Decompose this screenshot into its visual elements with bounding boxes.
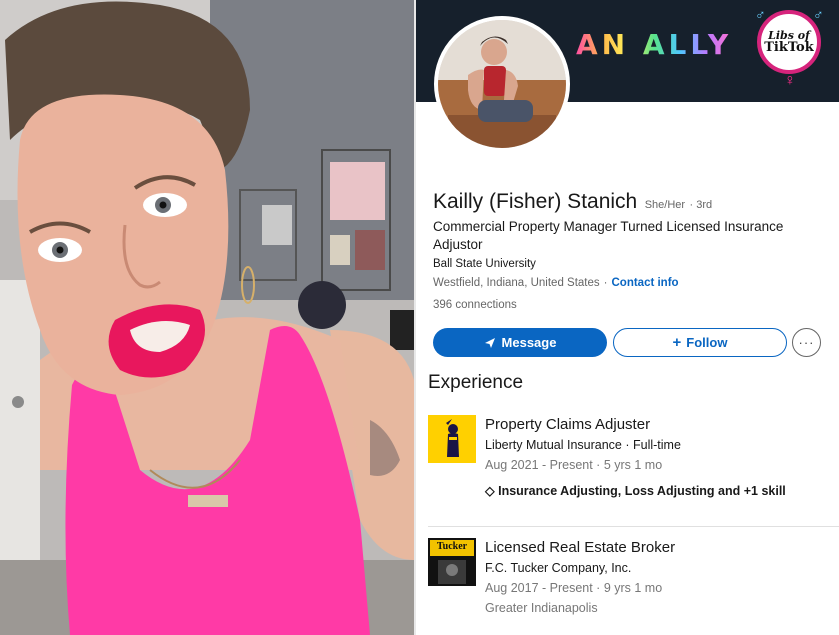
profile-location-row: Westfield, Indiana, United States · Contac… bbox=[433, 277, 679, 289]
follow-button[interactable]: + Follow bbox=[613, 328, 787, 357]
more-actions-button[interactable]: ··· bbox=[792, 328, 821, 357]
job-location: Greater Indianapolis bbox=[485, 601, 598, 615]
liberty-mutual-logo[interactable] bbox=[428, 415, 476, 463]
send-icon bbox=[484, 337, 495, 348]
experience-divider bbox=[428, 526, 839, 527]
experience-item: Property Claims Adjuster Liberty Mutual … bbox=[428, 415, 833, 515]
female-symbol-icon: ♀ bbox=[784, 72, 796, 89]
male-symbol-icon: ♂ bbox=[755, 6, 766, 22]
experience-item-body: Property Claims Adjuster Liberty Mutual … bbox=[485, 415, 830, 501]
profile-avatar[interactable] bbox=[434, 16, 570, 152]
profile-name-row: Kailly (Fisher) Stanich She/Her · 3rd bbox=[433, 190, 712, 214]
profile-school[interactable]: Ball State University bbox=[433, 258, 536, 270]
message-button[interactable]: Message bbox=[433, 328, 607, 357]
job-skills: Insurance Adjusting, Loss Adjusting and … bbox=[498, 484, 786, 498]
message-button-label: Message bbox=[501, 335, 557, 350]
video-still-photo bbox=[0, 0, 414, 635]
fc-tucker-logo-text: Tucker bbox=[436, 541, 468, 552]
profile-location: Westfield, Indiana, United States bbox=[433, 277, 600, 289]
liberty-mutual-icon bbox=[428, 415, 476, 463]
more-icon: ··· bbox=[798, 335, 815, 350]
avatar-image bbox=[438, 20, 566, 148]
person-photo-illustration bbox=[0, 0, 414, 635]
libs-of-tiktok-logo: Libs of TikTok bbox=[757, 10, 821, 74]
separator-dot: · bbox=[603, 277, 608, 289]
linkedin-profile-panel: AN ALLY ♂ ♂ Libs of TikTok ♀ Kailly (Fis… bbox=[416, 0, 839, 635]
experience-item-body: Licensed Real Estate Broker F.C. Tucker … bbox=[485, 538, 830, 618]
job-dates: Aug 2017 - Present · 9 yrs 1 mo bbox=[485, 581, 663, 595]
male-symbol-icon-right: ♂ bbox=[813, 6, 824, 22]
job-dates: Aug 2021 - Present · 5 yrs 1 mo bbox=[485, 458, 663, 472]
banner-text: AN ALLY bbox=[576, 28, 733, 61]
job-title[interactable]: Property Claims Adjuster bbox=[485, 415, 830, 435]
profile-pronouns: She/Her bbox=[644, 199, 686, 211]
profile-headline: Commercial Property Manager Turned Licen… bbox=[433, 219, 784, 252]
fc-tucker-logo[interactable]: Tucker bbox=[428, 538, 476, 586]
diamond-icon: ◇ bbox=[485, 484, 495, 498]
logo-line-2: TikTok bbox=[764, 40, 814, 55]
job-company: Liberty Mutual Insurance · Full-time bbox=[485, 438, 681, 452]
connection-degree: · 3rd bbox=[689, 199, 713, 211]
experience-item: Tucker Licensed Real Estate Broker F.C. … bbox=[428, 538, 833, 628]
follow-button-label: Follow bbox=[686, 335, 728, 350]
job-skills-row[interactable]: ◇ Insurance Adjusting, Loss Adjusting an… bbox=[485, 481, 830, 501]
job-title[interactable]: Licensed Real Estate Broker bbox=[485, 538, 830, 558]
experience-heading: Experience bbox=[428, 372, 524, 393]
connections-count[interactable]: 396 connections bbox=[433, 299, 517, 311]
contact-info-link[interactable]: Contact info bbox=[611, 277, 678, 289]
plus-icon: + bbox=[672, 334, 682, 351]
job-company: F.C. Tucker Company, Inc. bbox=[485, 561, 632, 575]
profile-name: Kailly (Fisher) Stanich bbox=[433, 190, 638, 213]
